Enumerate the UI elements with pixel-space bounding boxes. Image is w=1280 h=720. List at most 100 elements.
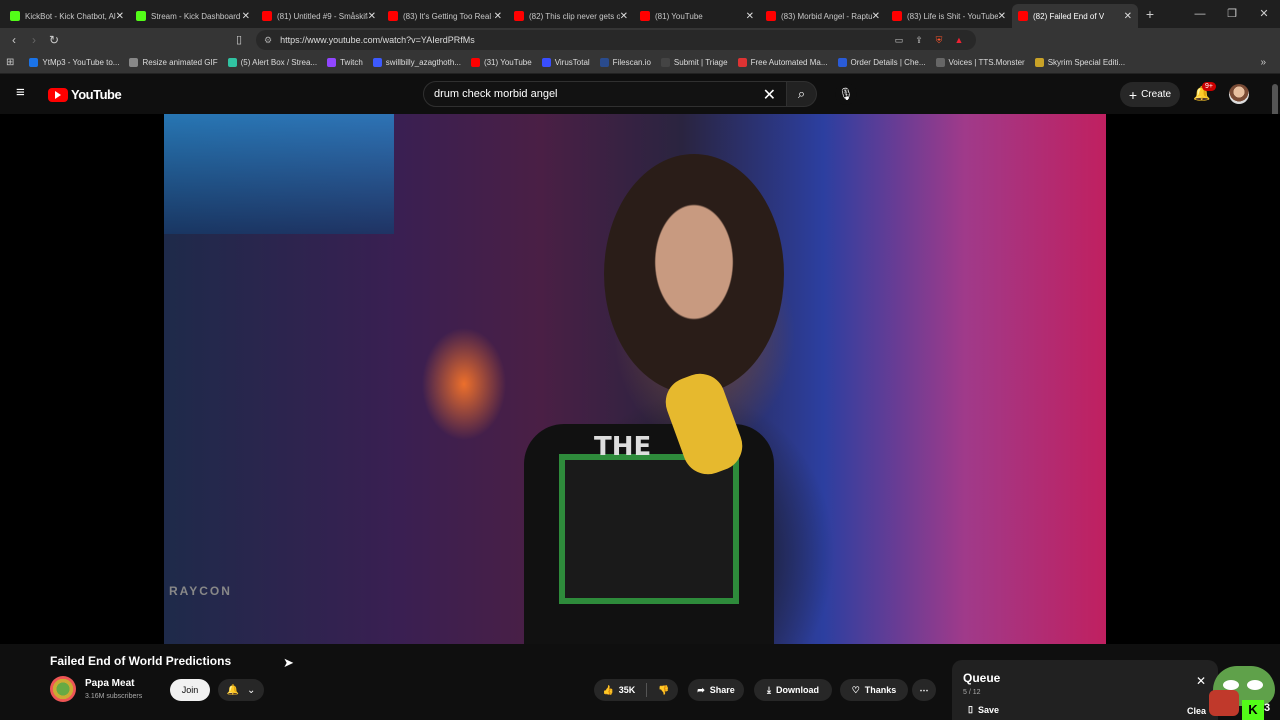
queue-position: 5 / 12 <box>963 689 981 696</box>
close-tab-icon[interactable]: ✕ <box>1124 11 1132 22</box>
bookmark-item[interactable]: Skyrim Special Editi... <box>1030 58 1130 67</box>
apps-icon[interactable]: ⊞ <box>6 57 14 68</box>
new-tab-button[interactable]: + <box>1138 6 1162 22</box>
share-page-icon[interactable]: ⇪ <box>912 33 926 47</box>
queue-title: Queue <box>963 671 1001 685</box>
kick-count: 3 <box>1264 702 1271 714</box>
download-button[interactable]: ⤓ Download <box>754 679 832 701</box>
bookmark-favicon-icon <box>1034 58 1044 67</box>
close-window-icon[interactable]: ✕ <box>1248 0 1280 28</box>
dislike-icon[interactable]: 👎 <box>658 685 669 696</box>
close-tab-icon[interactable]: ✕ <box>242 11 250 22</box>
browser-tab[interactable]: (81) Untitled #9 - Småskifa ✕ <box>256 4 382 28</box>
browser-tab[interactable]: (81) YouTube ✕ <box>634 4 760 28</box>
pepe-eye <box>1247 680 1263 690</box>
create-label: Create <box>1141 89 1172 100</box>
raycon-box-text: RAYCON <box>169 584 232 598</box>
channel-avatar[interactable] <box>50 676 76 702</box>
brave-rewards-icon[interactable]: ▲ <box>952 33 966 47</box>
browser-tab[interactable]: (83) Life is Shit - YouTube ✕ <box>886 4 1012 28</box>
tab-favicon-icon <box>388 11 398 21</box>
bookmark-item[interactable]: (31) YouTube <box>466 58 537 67</box>
browser-tab[interactable]: (82) This clip never gets ol ✕ <box>508 4 634 28</box>
tab-favicon-icon <box>892 11 902 21</box>
forward-icon[interactable]: › <box>24 33 44 47</box>
youtube-header: ≡ YouTube drum check morbid angel ✕ ⌕ 🎙 … <box>0 74 1280 114</box>
close-tab-icon[interactable]: ✕ <box>116 11 124 22</box>
download-icon: ⤓ <box>767 684 771 695</box>
browser-tab[interactable]: KickBot - Kick Chatbot, Ale ✕ <box>4 4 130 28</box>
search-input[interactable]: drum check morbid angel ✕ <box>423 81 787 107</box>
subscribed-button[interactable]: 🔔 ⌄ <box>218 679 264 701</box>
download-label: Download <box>775 685 819 695</box>
bookmark-item[interactable]: (5) Alert Box / Strea... <box>223 58 322 67</box>
queue-panel: Queue 5 / 12 ✕ ▯ Save Clea <box>952 660 1218 720</box>
bookmark-item[interactable]: swillbilly_azagthoth... <box>368 58 466 67</box>
bookmarks-bar: ⊞ YtMp3 - YouTube to... Resize animated G… <box>0 52 1280 74</box>
more-actions-icon[interactable]: ⋯ <box>912 679 936 701</box>
bookmark-item[interactable]: Free Automated Ma... <box>733 58 833 67</box>
close-tab-icon[interactable]: ✕ <box>872 11 880 22</box>
thanks-icon: ♡ <box>851 684 860 695</box>
bookmark-item[interactable]: VirusTotal <box>537 58 595 67</box>
address-bar[interactable]: ⚙ https://www.youtube.com/watch?v=YAIerd… <box>256 30 976 50</box>
bookmark-item[interactable]: Voices | TTS.Monster <box>931 58 1030 67</box>
avatar[interactable] <box>1229 84 1249 104</box>
brave-shield-icon[interactable]: ⛨ <box>932 33 946 47</box>
channel-name[interactable]: Papa Meat <box>85 678 134 689</box>
browser-tab[interactable]: (83) Morbid Angel - Raptu ✕ <box>760 4 886 28</box>
voice-search-icon[interactable]: 🎙 <box>835 83 857 105</box>
bookmark-icon[interactable]: ▯ <box>236 33 242 46</box>
close-tab-icon[interactable]: ✕ <box>620 11 628 22</box>
bookmark-label: Submit | Triage <box>673 58 728 67</box>
like-count[interactable]: 35K <box>619 685 636 695</box>
tab-title: Stream - Kick Dashboard <box>151 11 241 21</box>
browser-tab[interactable]: (82) Failed End of V ✕ <box>1012 4 1138 28</box>
bookmark-label: Free Automated Ma... <box>750 58 828 67</box>
cast-icon[interactable]: ▭ <box>892 33 906 47</box>
site-info-icon[interactable]: ⚙ <box>264 35 272 46</box>
video-player[interactable]: THE RAYCON <box>0 114 1280 644</box>
save-queue-button[interactable]: ▯ Save <box>968 704 999 715</box>
shirt-print <box>559 454 739 604</box>
tab-favicon-icon <box>640 11 650 21</box>
bookmark-item[interactable]: Order Details | Che... <box>833 58 931 67</box>
bookmark-item[interactable]: YtMp3 - YouTube to... <box>24 58 124 67</box>
bookmark-label: VirusTotal <box>554 58 590 67</box>
bell-icon: 🔔 <box>226 684 240 696</box>
tab-title: KickBot - Kick Chatbot, Ale <box>25 11 116 21</box>
clear-search-icon[interactable]: ✕ <box>763 85 776 105</box>
share-button[interactable]: ➦ Share <box>688 679 744 701</box>
bookmark-item[interactable]: Resize animated GIF <box>124 58 222 67</box>
bookmark-item[interactable]: Filescan.io <box>595 58 656 67</box>
browser-tab[interactable]: Stream - Kick Dashboard ✕ <box>130 4 256 28</box>
bookmark-favicon-icon <box>660 58 670 67</box>
close-tab-icon[interactable]: ✕ <box>746 11 754 22</box>
close-tab-icon[interactable]: ✕ <box>494 11 502 22</box>
reload-icon[interactable]: ↻ <box>44 33 64 47</box>
close-tab-icon[interactable]: ✕ <box>368 11 376 22</box>
thanks-button[interactable]: ♡ Thanks <box>840 679 908 701</box>
bookmark-label: Filescan.io <box>612 58 651 67</box>
youtube-logo[interactable]: YouTube <box>48 87 122 102</box>
close-tab-icon[interactable]: ✕ <box>998 11 1006 22</box>
minimize-icon[interactable]: — <box>1184 0 1216 28</box>
browser-tab-strip: KickBot - Kick Chatbot, Ale ✕ Stream - Kic… <box>0 0 1280 28</box>
back-icon[interactable]: ‹ <box>4 33 24 47</box>
bookmark-favicon-icon <box>227 58 237 67</box>
create-button[interactable]: + Create <box>1120 82 1180 107</box>
guide-menu-icon[interactable]: ≡ <box>16 85 30 100</box>
bookmark-label: (5) Alert Box / Strea... <box>240 58 318 67</box>
bookmark-item[interactable]: Submit | Triage <box>656 58 733 67</box>
join-button[interactable]: Join <box>170 679 210 701</box>
background-light <box>164 114 394 234</box>
bookmark-item[interactable]: Twitch <box>322 58 368 67</box>
search-icon[interactable]: ⌕ <box>787 81 817 107</box>
more-bookmarks-icon[interactable]: » <box>1260 57 1266 68</box>
maximize-icon[interactable]: ❐ <box>1216 0 1248 28</box>
like-icon[interactable]: 👍 <box>603 685 614 696</box>
clear-queue-button[interactable]: Clea <box>1187 706 1206 716</box>
tab-favicon-icon <box>514 11 524 21</box>
youtube-logo-text: YouTube <box>71 87 122 102</box>
browser-tab[interactable]: (83) It's Getting Too Real - ✕ <box>382 4 508 28</box>
